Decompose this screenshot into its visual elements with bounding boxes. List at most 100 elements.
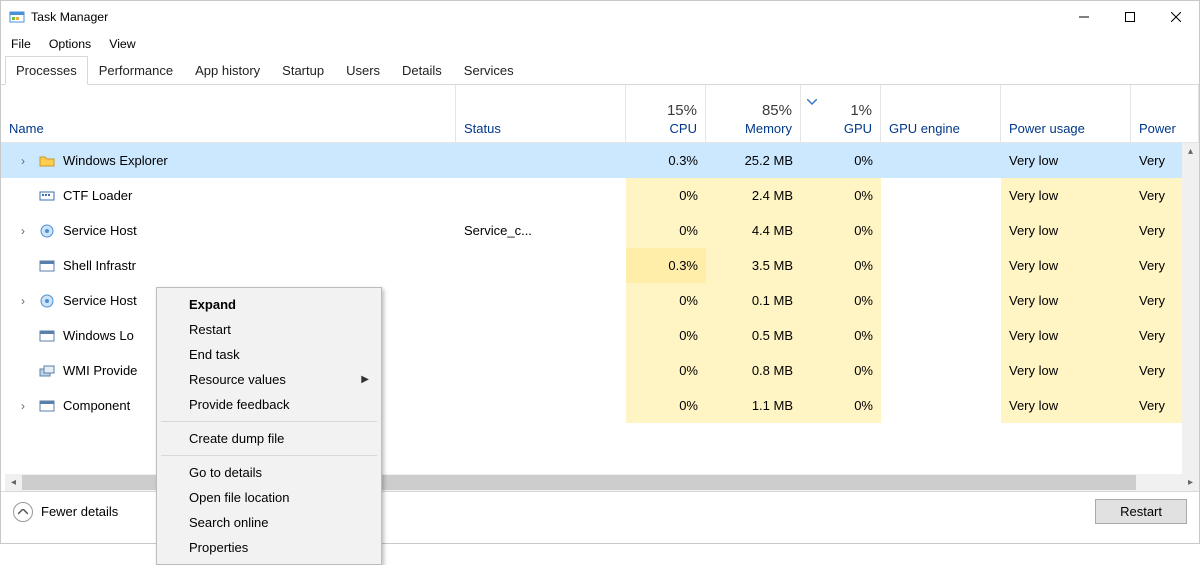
menu-options[interactable]: Options bbox=[49, 37, 91, 51]
col-name-label: Name bbox=[9, 121, 447, 136]
memory-cell: 0.5 MB bbox=[706, 318, 801, 353]
process-name: Shell Infrastr bbox=[63, 258, 136, 273]
context-menu-item[interactable]: Search online bbox=[159, 510, 379, 535]
scroll-up-icon[interactable]: ▴ bbox=[1182, 143, 1199, 160]
vertical-scrollbar[interactable]: ▴ bbox=[1182, 143, 1199, 474]
col-gpu[interactable]: 1% GPU bbox=[801, 85, 881, 142]
context-menu-separator bbox=[161, 421, 377, 422]
power-usage-cell: Very low bbox=[1001, 283, 1131, 318]
context-menu-item[interactable]: Provide feedback bbox=[159, 392, 379, 417]
process-table: Name Status 15% CPU 85% Memory 1% GPU GP… bbox=[1, 85, 1199, 491]
col-status-label: Status bbox=[464, 121, 617, 136]
memory-cell: 3.5 MB bbox=[706, 248, 801, 283]
col-gpu-engine-label: GPU engine bbox=[889, 121, 992, 136]
process-icon bbox=[39, 188, 55, 204]
expand-chevron-icon[interactable]: › bbox=[21, 154, 31, 168]
expand-chevron-icon[interactable]: › bbox=[21, 224, 31, 238]
maximize-button[interactable] bbox=[1107, 1, 1153, 33]
status-cell bbox=[456, 388, 626, 423]
cpu-cell: 0% bbox=[626, 283, 706, 318]
tab-performance[interactable]: Performance bbox=[88, 56, 184, 85]
gpu-engine-cell bbox=[881, 283, 1001, 318]
gpu-cell: 0% bbox=[801, 283, 881, 318]
gpu-engine-cell bbox=[881, 143, 1001, 178]
memory-cell: 0.8 MB bbox=[706, 353, 801, 388]
context-menu-separator bbox=[161, 455, 377, 456]
col-gpu-engine[interactable]: GPU engine bbox=[881, 85, 1001, 142]
submenu-arrow-icon: ▶ bbox=[361, 374, 369, 385]
menu-view[interactable]: View bbox=[109, 37, 135, 51]
scroll-right-icon[interactable]: ▸ bbox=[1182, 474, 1199, 491]
process-name: Service Host bbox=[63, 223, 137, 238]
memory-cell: 0.1 MB bbox=[706, 283, 801, 318]
tab-services[interactable]: Services bbox=[453, 56, 525, 85]
col-status[interactable]: Status bbox=[456, 85, 626, 142]
tab-startup[interactable]: Startup bbox=[271, 56, 335, 85]
context-menu-item[interactable]: Go to details bbox=[159, 460, 379, 485]
col-memory-label: Memory bbox=[745, 121, 792, 136]
context-menu-item[interactable]: Open file location bbox=[159, 485, 379, 510]
cpu-cell: 0% bbox=[626, 388, 706, 423]
process-name-cell: › Service Host bbox=[1, 213, 456, 248]
power-usage-cell: Very low bbox=[1001, 213, 1131, 248]
chevron-up-circle-icon bbox=[13, 502, 33, 522]
gpu-cell: 0% bbox=[801, 178, 881, 213]
context-menu-item[interactable]: Properties bbox=[159, 535, 379, 560]
table-row[interactable]: CTF Loader0%2.4 MB0%Very lowVery bbox=[1, 178, 1199, 213]
memory-cell: 25.2 MB bbox=[706, 143, 801, 178]
tab-app-history[interactable]: App history bbox=[184, 56, 271, 85]
col-power-usage[interactable]: Power usage bbox=[1001, 85, 1131, 142]
context-menu-item[interactable]: Restart bbox=[159, 317, 379, 342]
gpu-engine-cell bbox=[881, 213, 1001, 248]
context-menu: ExpandRestartEnd taskResource values▶Pro… bbox=[156, 287, 382, 565]
table-row[interactable]: ›Service HostService_c...0%4.4 MB0%Very … bbox=[1, 213, 1199, 248]
col-cpu[interactable]: 15% CPU bbox=[626, 85, 706, 142]
minimize-button[interactable] bbox=[1061, 1, 1107, 33]
gpu-engine-cell bbox=[881, 318, 1001, 353]
table-row[interactable]: ›Windows Explorer0.3%25.2 MB0%Very lowVe… bbox=[1, 143, 1199, 178]
window-title: Task Manager bbox=[31, 10, 108, 24]
scroll-left-icon[interactable]: ◂ bbox=[5, 474, 22, 491]
context-menu-item[interactable]: Resource values▶ bbox=[159, 367, 379, 392]
cpu-cell: 0% bbox=[626, 353, 706, 388]
cpu-cell: 0.3% bbox=[626, 143, 706, 178]
process-name: Windows Lo bbox=[63, 328, 134, 343]
gpu-cell: 0% bbox=[801, 213, 881, 248]
tabs: Processes Performance App history Startu… bbox=[1, 55, 1199, 85]
gpu-engine-cell bbox=[881, 248, 1001, 283]
process-name: Service Host bbox=[63, 293, 137, 308]
menubar: File Options View bbox=[1, 33, 1199, 55]
menu-file[interactable]: File bbox=[11, 37, 31, 51]
context-menu-item[interactable]: Create dump file bbox=[159, 426, 379, 451]
close-button[interactable] bbox=[1153, 1, 1199, 33]
status-cell bbox=[456, 178, 626, 213]
col-power-trend[interactable]: Power bbox=[1131, 85, 1199, 142]
gpu-engine-cell bbox=[881, 353, 1001, 388]
col-name[interactable]: Name bbox=[1, 85, 456, 142]
cpu-usage-total: 15% bbox=[667, 102, 697, 119]
process-icon bbox=[39, 398, 55, 414]
tab-details[interactable]: Details bbox=[391, 56, 453, 85]
chevron-down-icon[interactable] bbox=[807, 93, 817, 108]
process-icon bbox=[39, 328, 55, 344]
context-menu-item[interactable]: End task bbox=[159, 342, 379, 367]
expand-chevron-icon[interactable]: › bbox=[21, 294, 31, 308]
cpu-cell: 0% bbox=[626, 213, 706, 248]
col-memory[interactable]: 85% Memory bbox=[706, 85, 801, 142]
expand-chevron-icon[interactable]: › bbox=[21, 399, 31, 413]
memory-cell: 1.1 MB bbox=[706, 388, 801, 423]
fewer-details-toggle[interactable]: Fewer details bbox=[13, 502, 118, 522]
process-icon bbox=[39, 223, 55, 239]
memory-cell: 2.4 MB bbox=[706, 178, 801, 213]
process-name-cell: CTF Loader bbox=[1, 178, 456, 213]
status-cell bbox=[456, 353, 626, 388]
table-row[interactable]: Shell Infrastr0.3%3.5 MB0%Very lowVery bbox=[1, 248, 1199, 283]
cpu-cell: 0% bbox=[626, 318, 706, 353]
process-icon bbox=[39, 258, 55, 274]
restart-button[interactable]: Restart bbox=[1095, 499, 1187, 524]
context-menu-item[interactable]: Expand bbox=[159, 292, 379, 317]
tab-users[interactable]: Users bbox=[335, 56, 391, 85]
tab-processes[interactable]: Processes bbox=[5, 56, 88, 85]
col-power-trend-label: Power bbox=[1139, 121, 1190, 136]
power-usage-cell: Very low bbox=[1001, 143, 1131, 178]
